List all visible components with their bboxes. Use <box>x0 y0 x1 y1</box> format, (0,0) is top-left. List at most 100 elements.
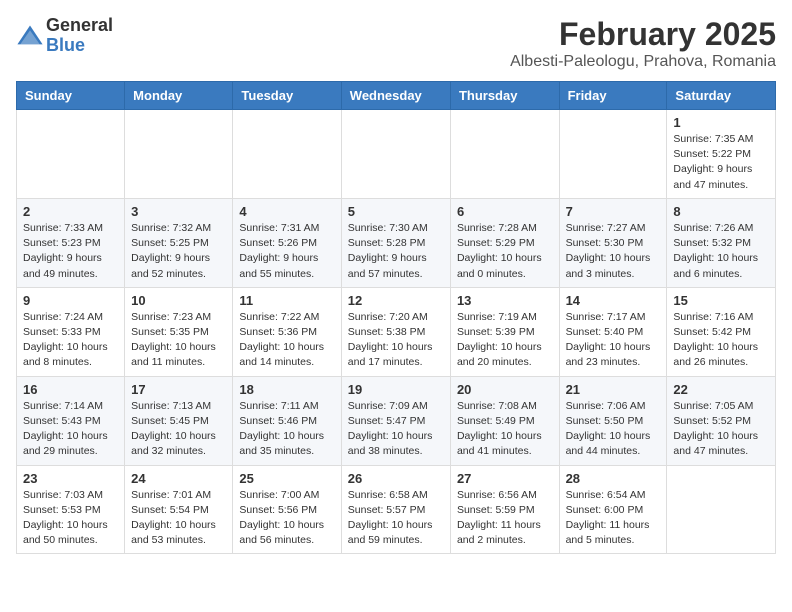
day-number: 15 <box>673 293 769 308</box>
logo-general: General <box>46 16 113 36</box>
day-number: 21 <box>566 382 661 397</box>
calendar-cell: 9 Sunrise: 7:24 AM Sunset: 5:33 PM Daylig… <box>17 287 125 376</box>
calendar-cell <box>17 110 125 199</box>
calendar-cell: 6 Sunrise: 7:28 AM Sunset: 5:29 PM Daylig… <box>450 198 559 287</box>
day-number: 22 <box>673 382 769 397</box>
weekday-header: Wednesday <box>341 82 450 110</box>
day-info: Sunrise: 7:22 AM Sunset: 5:36 PM Dayligh… <box>239 310 334 371</box>
day-number: 25 <box>239 471 334 486</box>
day-info: Sunrise: 7:31 AM Sunset: 5:26 PM Dayligh… <box>239 221 334 282</box>
day-info: Sunrise: 7:33 AM Sunset: 5:23 PM Dayligh… <box>23 221 118 282</box>
day-info: Sunrise: 7:26 AM Sunset: 5:32 PM Dayligh… <box>673 221 769 282</box>
day-number: 6 <box>457 204 553 219</box>
day-number: 2 <box>23 204 118 219</box>
calendar-cell: 18 Sunrise: 7:11 AM Sunset: 5:46 PM Dayli… <box>233 376 341 465</box>
day-number: 17 <box>131 382 226 397</box>
day-info: Sunrise: 7:09 AM Sunset: 5:47 PM Dayligh… <box>348 399 444 460</box>
day-info: Sunrise: 7:32 AM Sunset: 5:25 PM Dayligh… <box>131 221 226 282</box>
logo: General Blue <box>16 16 113 56</box>
calendar-cell: 4 Sunrise: 7:31 AM Sunset: 5:26 PM Daylig… <box>233 198 341 287</box>
calendar-cell: 16 Sunrise: 7:14 AM Sunset: 5:43 PM Dayli… <box>17 376 125 465</box>
calendar-week-row: 1 Sunrise: 7:35 AM Sunset: 5:22 PM Daylig… <box>17 110 776 199</box>
day-info: Sunrise: 7:01 AM Sunset: 5:54 PM Dayligh… <box>131 488 226 549</box>
day-number: 20 <box>457 382 553 397</box>
calendar-cell: 3 Sunrise: 7:32 AM Sunset: 5:25 PM Daylig… <box>125 198 233 287</box>
day-info: Sunrise: 6:58 AM Sunset: 5:57 PM Dayligh… <box>348 488 444 549</box>
calendar-cell: 17 Sunrise: 7:13 AM Sunset: 5:45 PM Dayli… <box>125 376 233 465</box>
calendar-cell: 23 Sunrise: 7:03 AM Sunset: 5:53 PM Dayli… <box>17 465 125 554</box>
calendar-table: SundayMondayTuesdayWednesdayThursdayFrid… <box>16 81 776 554</box>
calendar-week-row: 23 Sunrise: 7:03 AM Sunset: 5:53 PM Dayli… <box>17 465 776 554</box>
weekday-header: Monday <box>125 82 233 110</box>
calendar-cell: 19Sunrise: 7:09 AM Sunset: 5:47 PM Dayli… <box>341 376 450 465</box>
day-number: 13 <box>457 293 553 308</box>
weekday-header: Sunday <box>17 82 125 110</box>
day-number: 11 <box>239 293 334 308</box>
day-info: Sunrise: 7:20 AM Sunset: 5:38 PM Dayligh… <box>348 310 444 371</box>
day-info: Sunrise: 7:16 AM Sunset: 5:42 PM Dayligh… <box>673 310 769 371</box>
weekday-header: Friday <box>559 82 667 110</box>
day-number: 7 <box>566 204 661 219</box>
calendar-header-row: SundayMondayTuesdayWednesdayThursdayFrid… <box>17 82 776 110</box>
calendar-cell: 7Sunrise: 7:27 AM Sunset: 5:30 PM Daylig… <box>559 198 667 287</box>
day-info: Sunrise: 7:30 AM Sunset: 5:28 PM Dayligh… <box>348 221 444 282</box>
calendar-week-row: 9 Sunrise: 7:24 AM Sunset: 5:33 PM Daylig… <box>17 287 776 376</box>
calendar-cell: 20 Sunrise: 7:08 AM Sunset: 5:49 PM Dayli… <box>450 376 559 465</box>
day-info: Sunrise: 7:06 AM Sunset: 5:50 PM Dayligh… <box>566 399 661 460</box>
day-number: 28 <box>566 471 661 486</box>
calendar-cell <box>341 110 450 199</box>
day-info: Sunrise: 6:54 AM Sunset: 6:00 PM Dayligh… <box>566 488 661 549</box>
day-info: Sunrise: 7:11 AM Sunset: 5:46 PM Dayligh… <box>239 399 334 460</box>
day-number: 23 <box>23 471 118 486</box>
day-number: 10 <box>131 293 226 308</box>
calendar-cell: 22 Sunrise: 7:05 AM Sunset: 5:52 PM Dayli… <box>667 376 776 465</box>
calendar-cell: 26 Sunrise: 6:58 AM Sunset: 5:57 PM Dayli… <box>341 465 450 554</box>
calendar-cell <box>667 465 776 554</box>
calendar-week-row: 16 Sunrise: 7:14 AM Sunset: 5:43 PM Dayli… <box>17 376 776 465</box>
calendar-cell <box>559 110 667 199</box>
day-number: 18 <box>239 382 334 397</box>
day-number: 24 <box>131 471 226 486</box>
day-info: Sunrise: 7:00 AM Sunset: 5:56 PM Dayligh… <box>239 488 334 549</box>
day-number: 12 <box>348 293 444 308</box>
day-info: Sunrise: 7:13 AM Sunset: 5:45 PM Dayligh… <box>131 399 226 460</box>
day-number: 1 <box>673 115 769 130</box>
logo-text: General Blue <box>46 16 113 56</box>
calendar-cell: 8Sunrise: 7:26 AM Sunset: 5:32 PM Daylig… <box>667 198 776 287</box>
calendar-cell: 12 Sunrise: 7:20 AM Sunset: 5:38 PM Dayli… <box>341 287 450 376</box>
calendar-cell <box>125 110 233 199</box>
calendar-cell: 13 Sunrise: 7:19 AM Sunset: 5:39 PM Dayli… <box>450 287 559 376</box>
day-number: 4 <box>239 204 334 219</box>
day-number: 9 <box>23 293 118 308</box>
calendar-cell: 5Sunrise: 7:30 AM Sunset: 5:28 PM Daylig… <box>341 198 450 287</box>
logo-blue: Blue <box>46 36 113 56</box>
calendar-cell: 2 Sunrise: 7:33 AM Sunset: 5:23 PM Daylig… <box>17 198 125 287</box>
day-info: Sunrise: 7:35 AM Sunset: 5:22 PM Dayligh… <box>673 132 769 193</box>
day-number: 14 <box>566 293 661 308</box>
calendar-cell <box>233 110 341 199</box>
day-info: Sunrise: 7:05 AM Sunset: 5:52 PM Dayligh… <box>673 399 769 460</box>
calendar-cell: 14 Sunrise: 7:17 AM Sunset: 5:40 PM Dayli… <box>559 287 667 376</box>
location-title: Albesti-Paleologu, Prahova, Romania <box>510 53 776 71</box>
day-number: 27 <box>457 471 553 486</box>
day-info: Sunrise: 7:28 AM Sunset: 5:29 PM Dayligh… <box>457 221 553 282</box>
day-info: Sunrise: 7:24 AM Sunset: 5:33 PM Dayligh… <box>23 310 118 371</box>
weekday-header: Thursday <box>450 82 559 110</box>
calendar-cell: 27Sunrise: 6:56 AM Sunset: 5:59 PM Dayli… <box>450 465 559 554</box>
day-number: 26 <box>348 471 444 486</box>
day-info: Sunrise: 7:19 AM Sunset: 5:39 PM Dayligh… <box>457 310 553 371</box>
day-info: Sunrise: 7:17 AM Sunset: 5:40 PM Dayligh… <box>566 310 661 371</box>
logo-icon <box>16 22 44 50</box>
calendar-cell <box>450 110 559 199</box>
day-number: 16 <box>23 382 118 397</box>
day-info: Sunrise: 7:08 AM Sunset: 5:49 PM Dayligh… <box>457 399 553 460</box>
calendar-cell: 25 Sunrise: 7:00 AM Sunset: 5:56 PM Dayli… <box>233 465 341 554</box>
day-info: Sunrise: 7:03 AM Sunset: 5:53 PM Dayligh… <box>23 488 118 549</box>
day-info: Sunrise: 7:14 AM Sunset: 5:43 PM Dayligh… <box>23 399 118 460</box>
calendar-cell: 28 Sunrise: 6:54 AM Sunset: 6:00 PM Dayli… <box>559 465 667 554</box>
page-header: General Blue February 2025 Albesti-Paleo… <box>16 16 776 71</box>
day-number: 3 <box>131 204 226 219</box>
weekday-header: Saturday <box>667 82 776 110</box>
calendar-week-row: 2 Sunrise: 7:33 AM Sunset: 5:23 PM Daylig… <box>17 198 776 287</box>
calendar-cell: 24 Sunrise: 7:01 AM Sunset: 5:54 PM Dayli… <box>125 465 233 554</box>
